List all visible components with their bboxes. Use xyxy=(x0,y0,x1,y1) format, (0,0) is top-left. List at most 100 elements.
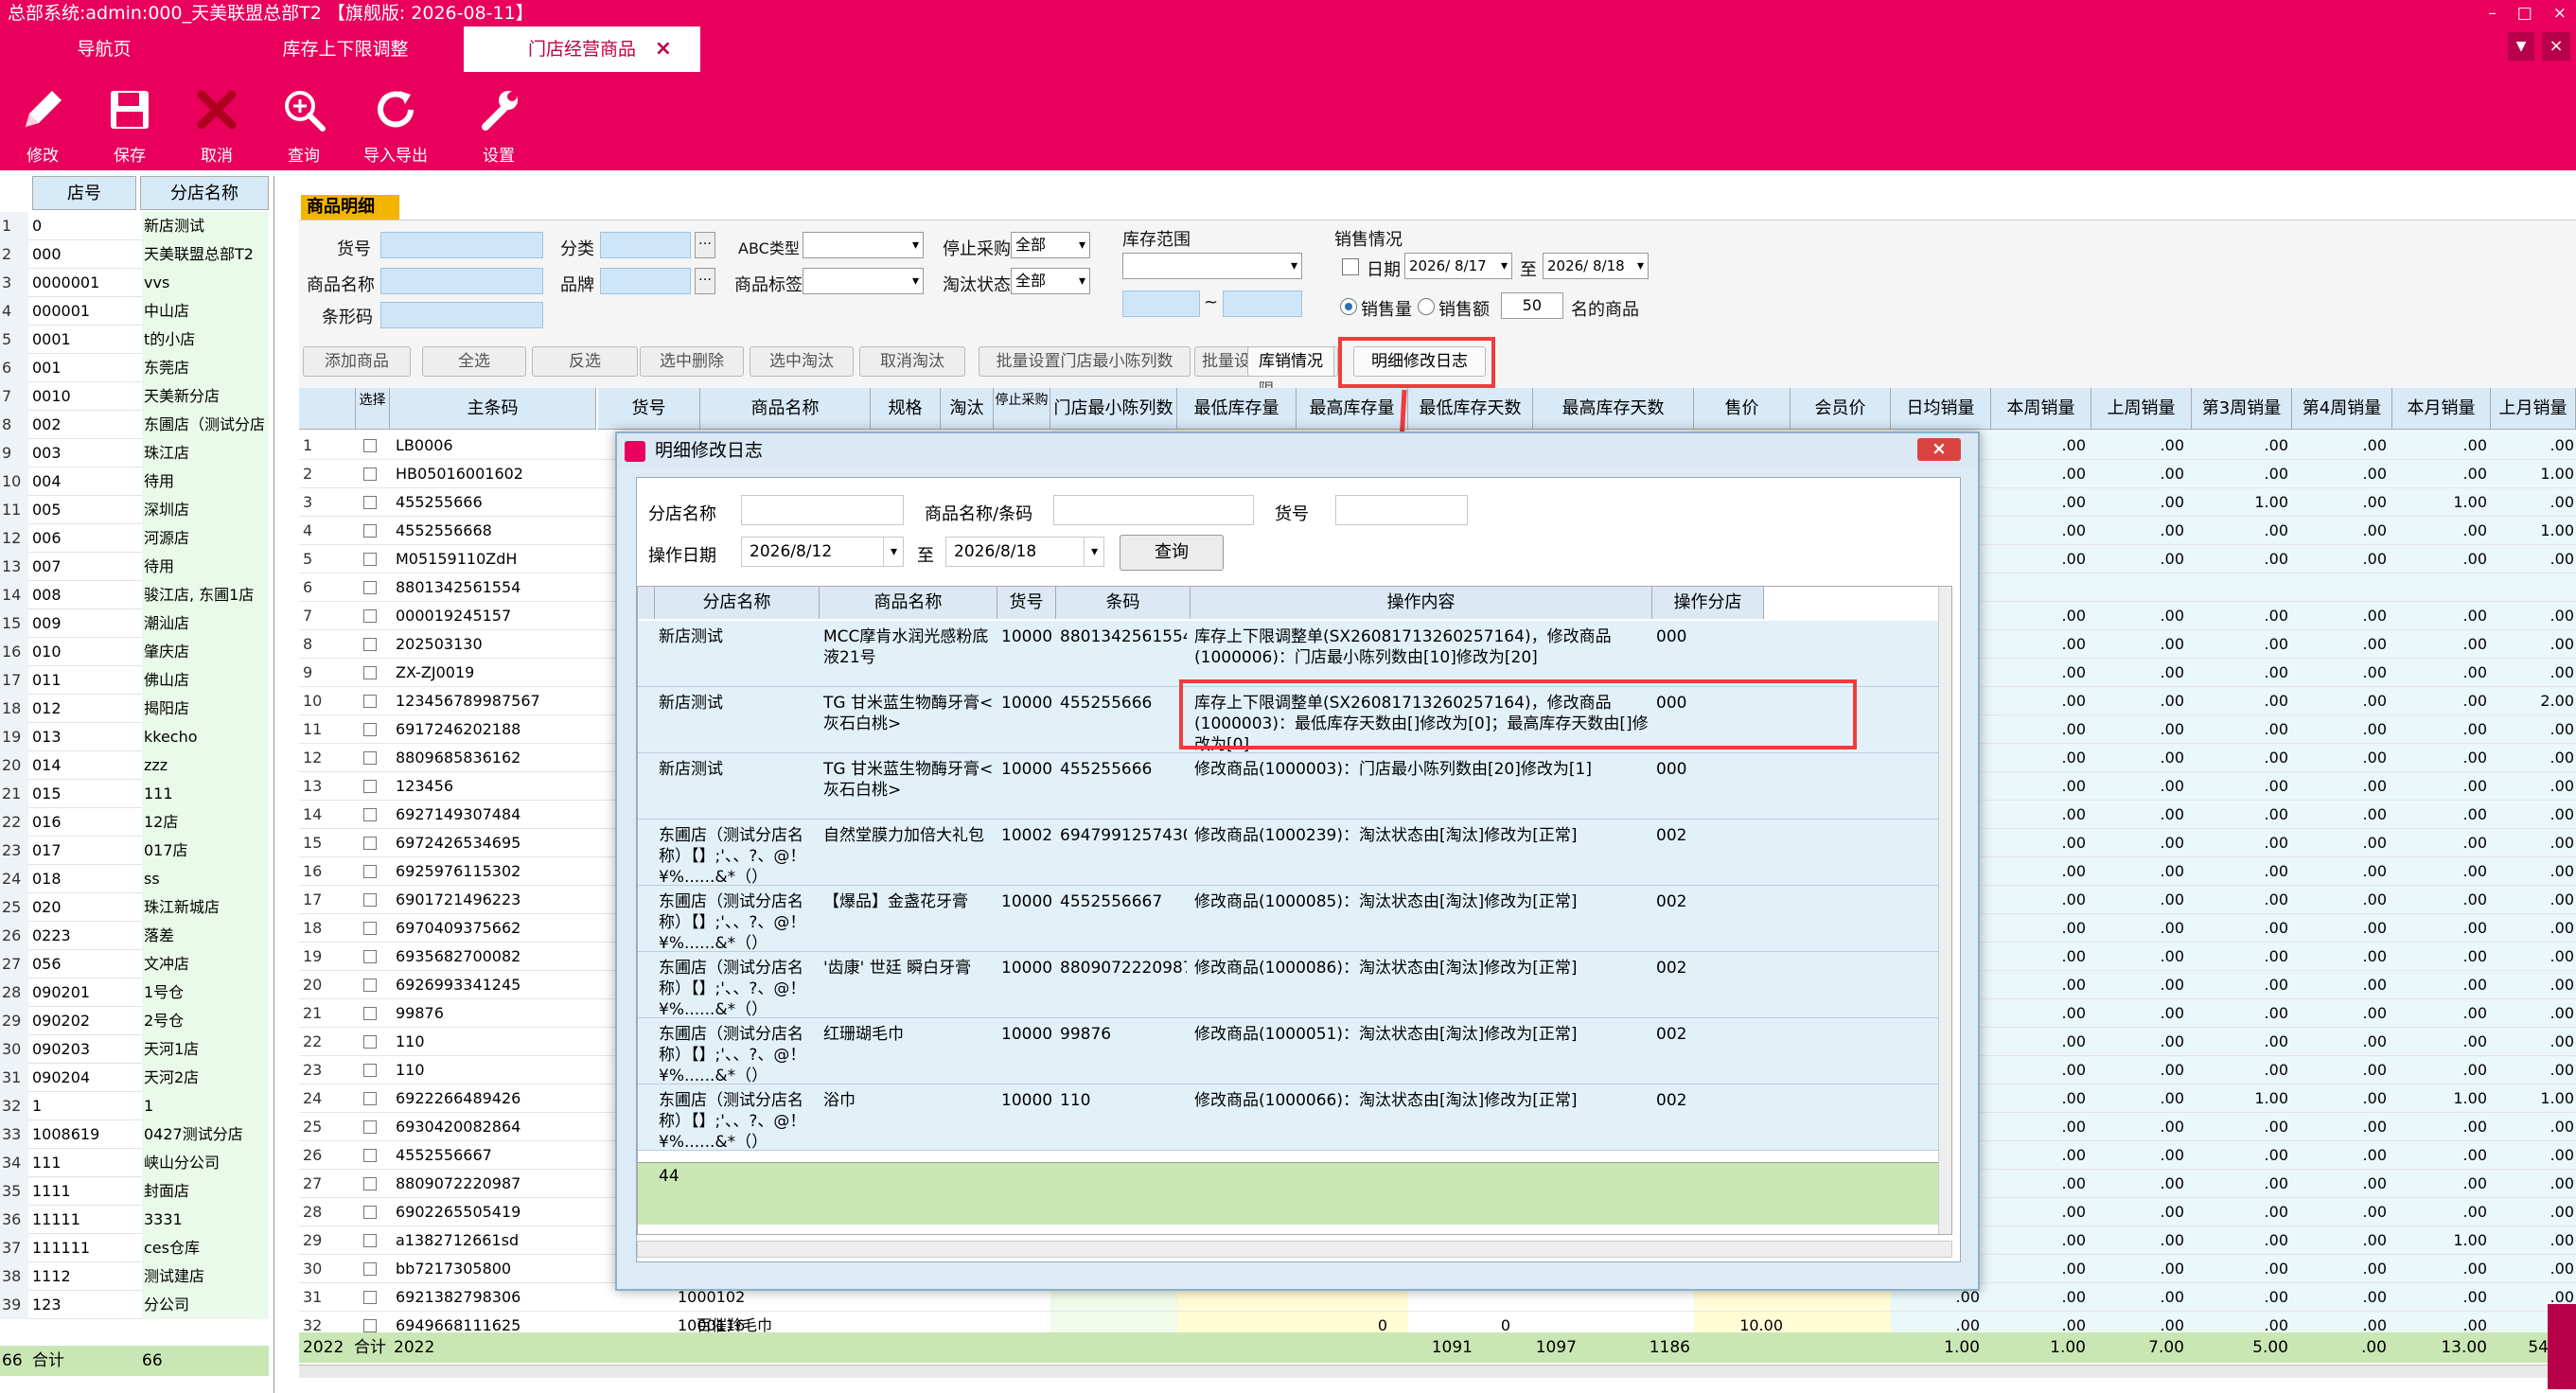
store-row[interactable]: 36 11111 3331 xyxy=(0,1206,269,1234)
log-row[interactable]: 新店测试 TG 甘米蓝生物酶牙膏<灰石白桃> 1000003 455255666 修改商… xyxy=(638,753,1951,820)
log-row[interactable]: 东圃店（测试分店名称）【】;'、、?、@！¥%......&*（） 自然堂膜力加倍… xyxy=(638,820,1951,886)
row-select-checkbox[interactable] xyxy=(363,609,377,623)
log-header-1[interactable]: 商品名称 xyxy=(820,587,997,619)
store-code-header[interactable]: 店号 xyxy=(32,176,136,210)
row-select-checkbox[interactable] xyxy=(363,439,377,452)
sales-amount-radio[interactable] xyxy=(1418,298,1435,315)
grid-header-3[interactable]: 商品名称 xyxy=(700,388,871,430)
row-select-checkbox[interactable] xyxy=(363,950,377,963)
store-row[interactable]: 2 000 天美联盟总部T2 xyxy=(0,240,269,269)
row-select-checkbox[interactable] xyxy=(363,1092,377,1105)
row-select-checkbox[interactable] xyxy=(363,695,377,708)
row-select-checkbox[interactable] xyxy=(363,496,377,509)
store-row[interactable]: 15 009 潮汕店 xyxy=(0,609,269,638)
dialog-close-button[interactable]: × xyxy=(1917,438,1961,461)
import-export-button[interactable]: 导入导出 xyxy=(348,72,443,170)
log-header-2[interactable]: 货号 xyxy=(997,587,1056,619)
row-select-checkbox[interactable] xyxy=(363,467,377,481)
log-store-input[interactable] xyxy=(741,495,904,525)
tab-close-all-icon[interactable]: × xyxy=(2542,32,2570,61)
store-row[interactable]: 26 0223 落差 xyxy=(0,922,269,950)
close-tab-icon[interactable]: × xyxy=(655,26,672,72)
grid-header-11[interactable]: 最高库存天数 xyxy=(1533,388,1694,430)
stock-range-select[interactable] xyxy=(1122,253,1302,279)
row-select-checkbox[interactable] xyxy=(363,751,377,765)
eliminate-status-select[interactable]: 全部 xyxy=(1011,268,1090,294)
log-date-from[interactable]: 2026/8/12 xyxy=(741,537,904,567)
store-row[interactable]: 5 0001 t的小店 xyxy=(0,326,269,354)
log-row[interactable]: 东圃店（测试分店名称）【】;'、、?、@！¥%......&*（） '齿康' 世廷… xyxy=(638,952,1951,1018)
store-row[interactable]: 7 0010 天美新分店 xyxy=(0,382,269,411)
category-picker-button[interactable]: … xyxy=(695,232,715,258)
store-row[interactable]: 22 016 12店 xyxy=(0,808,269,837)
store-row[interactable]: 24 018 ss xyxy=(0,865,269,893)
log-vertical-scrollbar[interactable] xyxy=(1938,587,1951,1234)
store-row[interactable]: 14 008 骏江店, 东圃1店 xyxy=(0,581,269,609)
grid-header-10[interactable]: 最低库存天数 xyxy=(1408,388,1533,430)
grid-header-5[interactable]: 淘汰 xyxy=(941,388,994,430)
store-row[interactable]: 25 020 珠江新城店 xyxy=(0,893,269,922)
grid-header-4[interactable]: 规格 xyxy=(871,388,941,430)
store-row[interactable]: 32 1 1 xyxy=(0,1092,269,1120)
row-select-checkbox[interactable] xyxy=(363,893,377,907)
row-select-checkbox[interactable] xyxy=(363,1177,377,1190)
log-item-no-input[interactable] xyxy=(1335,495,1468,525)
store-row[interactable]: 3 0000001 vvs xyxy=(0,269,269,297)
row-select-checkbox[interactable] xyxy=(363,553,377,566)
grid-header-17[interactable]: 第3周销量 xyxy=(2192,388,2292,430)
grid-header-12[interactable]: 售价 xyxy=(1694,388,1791,430)
edit-button[interactable]: 修改 xyxy=(0,72,85,170)
store-row[interactable]: 12 006 河源店 xyxy=(0,524,269,553)
grid-header-18[interactable]: 第4周销量 xyxy=(2292,388,2392,430)
date-to-picker[interactable]: 2026/ 8/18 xyxy=(1543,253,1649,279)
grid-header-8[interactable]: 最低库存量 xyxy=(1177,388,1297,430)
store-row[interactable]: 4 000001 中山店 xyxy=(0,297,269,326)
store-row[interactable]: 16 010 肇庆店 xyxy=(0,638,269,666)
stock-max-input[interactable] xyxy=(1223,291,1302,317)
action-button-4[interactable]: 选中淘汰 xyxy=(750,346,854,377)
tab-store-products[interactable]: 门店经营商品 × xyxy=(464,26,700,72)
row-select-checkbox[interactable] xyxy=(363,723,377,736)
grid-header-0[interactable]: 选择 xyxy=(356,388,390,430)
store-row[interactable]: 35 1111 封面店 xyxy=(0,1177,269,1206)
log-row[interactable]: 东圃店（测试分店名称）【】;'、、?、@！¥%......&*（） 【爆品】金盏花… xyxy=(638,886,1951,952)
action-button-5[interactable]: 取消淘汰 xyxy=(859,346,965,377)
store-row[interactable]: 9 003 珠江店 xyxy=(0,439,269,467)
category-input[interactable] xyxy=(600,232,691,258)
grid-header-20[interactable]: 上月销量 xyxy=(2491,388,2576,430)
row-select-checkbox[interactable] xyxy=(363,1291,377,1304)
date-from-dropdown-icon[interactable]: ▾ xyxy=(883,537,904,567)
product-name-input[interactable] xyxy=(380,268,543,294)
log-name-input[interactable] xyxy=(1053,495,1254,525)
brand-picker-button[interactable]: … xyxy=(695,268,715,294)
date-to-dropdown-icon[interactable]: ▾ xyxy=(1084,537,1104,567)
grid-horizontal-scrollbar[interactable] xyxy=(299,1365,2576,1378)
save-button[interactable]: 保存 xyxy=(87,72,172,170)
grid-header-7[interactable]: 门店最小陈列数 xyxy=(1050,388,1177,430)
top-n-spinner[interactable]: 50 xyxy=(1501,292,1563,319)
barcode-input[interactable] xyxy=(380,302,543,328)
grid-header-2[interactable]: 货号 xyxy=(598,388,700,430)
row-select-checkbox[interactable] xyxy=(363,1007,377,1020)
row-select-checkbox[interactable] xyxy=(363,979,377,992)
row-select-checkbox[interactable] xyxy=(363,837,377,850)
store-row[interactable]: 11 005 深圳店 xyxy=(0,496,269,524)
store-row[interactable]: 1 0 新店测试 xyxy=(0,212,269,240)
grid-header-1[interactable]: 主条码 xyxy=(390,388,596,430)
store-row[interactable]: 21 015 111 xyxy=(0,780,269,808)
store-name-header[interactable]: 分店名称 xyxy=(140,176,269,210)
store-row[interactable]: 23 017 017店 xyxy=(0,837,269,865)
store-row[interactable]: 33 1008619 0427测试分店 xyxy=(0,1120,269,1149)
stop-purchase-select[interactable]: 全部 xyxy=(1011,232,1090,258)
store-row[interactable]: 10 004 待用 xyxy=(0,467,269,496)
row-select-checkbox[interactable] xyxy=(363,1035,377,1049)
log-row[interactable]: 东圃店（测试分店名称）【】;'、、?、@！¥%......&*（） 红珊瑚毛巾 10… xyxy=(638,1018,1951,1084)
store-row[interactable]: 13 007 待用 xyxy=(0,553,269,581)
row-select-checkbox[interactable] xyxy=(363,1262,377,1276)
item-no-input[interactable] xyxy=(380,232,543,258)
log-header-4[interactable]: 操作内容 xyxy=(1191,587,1652,619)
tab-navigation[interactable]: 导航页 xyxy=(0,26,208,72)
log-date-to[interactable]: 2026/8/18 xyxy=(945,537,1104,567)
row-select-checkbox[interactable] xyxy=(363,638,377,651)
row-select-checkbox[interactable] xyxy=(363,1234,377,1247)
